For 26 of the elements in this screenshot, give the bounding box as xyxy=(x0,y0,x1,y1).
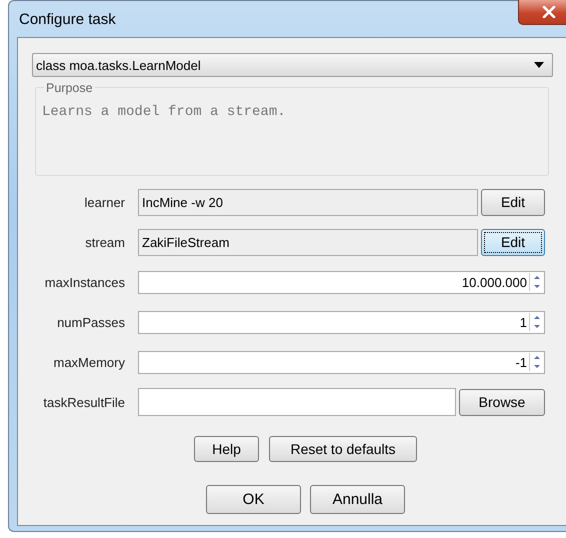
dropdown-arrow-icon xyxy=(534,62,544,68)
edit-button[interactable]: Edit xyxy=(481,188,545,216)
option-label: maxInstances xyxy=(44,274,125,290)
option-label: numPasses xyxy=(56,314,125,330)
option-value-field: ZakiFileStream xyxy=(138,228,478,256)
option-label: maxMemory xyxy=(52,354,125,370)
file-path-field[interactable] xyxy=(138,388,456,416)
group-legend: Purpose xyxy=(44,82,95,94)
ok-button[interactable]: OK xyxy=(206,485,301,514)
close-icon xyxy=(542,6,556,18)
option-label: stream xyxy=(84,234,125,250)
help-button[interactable]: Help xyxy=(194,436,259,462)
browse-button[interactable]: Browse xyxy=(459,388,545,416)
option-label: taskResultFile xyxy=(42,394,125,410)
option-label: learner xyxy=(84,194,125,210)
number-spinner[interactable]: 10.000.000 xyxy=(138,270,545,294)
close-button[interactable] xyxy=(518,0,566,25)
task-dropdown[interactable]: class moa.tasks.LearnModel xyxy=(32,53,553,77)
number-spinner[interactable]: -1 xyxy=(138,350,545,374)
cancel-button[interactable]: Annulla xyxy=(310,485,405,514)
option-value-field: IncMine -w 20 xyxy=(138,188,478,216)
number-spinner[interactable]: 1 xyxy=(138,310,545,334)
purpose-text: Learns a model from a stream. xyxy=(42,104,286,120)
reset-button[interactable]: Reset to defaults xyxy=(269,436,417,462)
edit-button[interactable]: Edit xyxy=(481,228,545,256)
window-title: Configure task xyxy=(19,11,116,28)
